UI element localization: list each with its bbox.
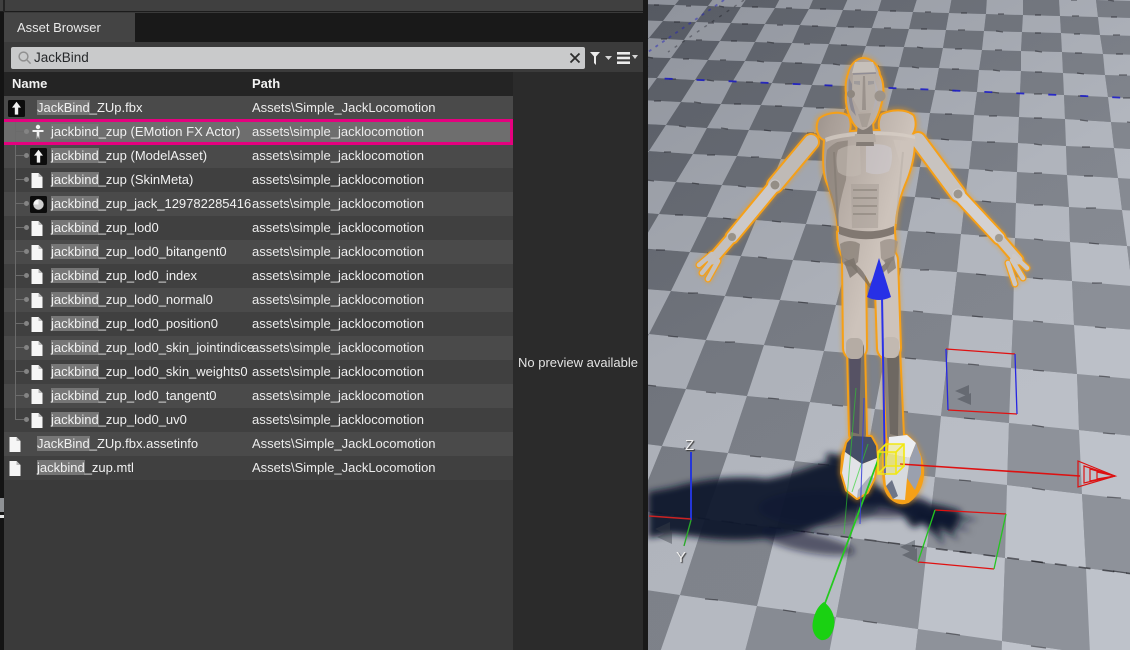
svg-text:Y: Y xyxy=(676,549,686,566)
svg-text:Z: Z xyxy=(685,437,694,454)
